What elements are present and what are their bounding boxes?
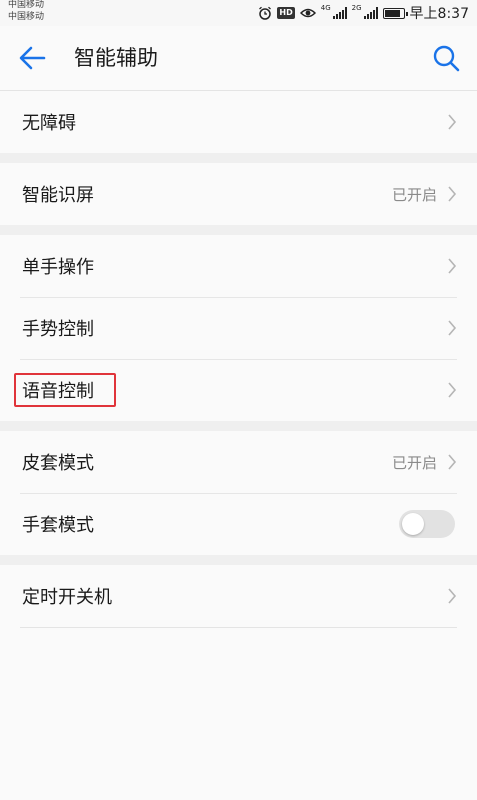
- page-title: 智能辅助: [74, 46, 158, 70]
- status-time: 早上8:37: [409, 6, 469, 22]
- chevron-right-icon: [448, 454, 457, 470]
- arrow-left-icon[interactable]: [16, 44, 48, 72]
- row-label: 单手操作: [22, 257, 94, 278]
- signal-icon: [332, 7, 347, 19]
- row-one-hand[interactable]: 单手操作: [0, 235, 477, 297]
- status-icons: HD 4G 2G 早上8:37: [258, 3, 469, 23]
- status-bar: 中国移动 中国移动 HD 4G 2G 早上8:37: [0, 0, 477, 26]
- carrier-label-2: 中国移动: [8, 12, 45, 22]
- row-status: 已开启: [391, 453, 437, 472]
- battery-icon: [382, 7, 408, 19]
- network-type-1: 4G: [320, 4, 331, 12]
- row-label: 定时开关机: [22, 587, 112, 608]
- row-label: 皮套模式: [22, 453, 94, 474]
- alarm-icon: [259, 6, 272, 20]
- row-label: 语音控制: [22, 381, 94, 402]
- row-smart-screen[interactable]: 智能识屏 已开启: [0, 163, 477, 225]
- row-cover-mode[interactable]: 皮套模式 已开启: [0, 431, 477, 493]
- group-modes: 皮套模式 已开启 手套模式: [0, 431, 477, 555]
- chevron-right-icon: [448, 320, 457, 336]
- group-smart-screen: 智能识屏 已开启: [0, 163, 477, 225]
- row-label: 手势控制: [22, 319, 94, 340]
- chevron-right-icon: [448, 258, 457, 274]
- carrier-label-1: 中国移动: [8, 0, 45, 10]
- group-schedule: 定时开关机: [0, 565, 477, 628]
- row-label: 手套模式: [22, 515, 94, 536]
- section-gap: [0, 153, 477, 163]
- row-divider: [20, 359, 457, 360]
- glove-mode-toggle[interactable]: [399, 510, 455, 538]
- row-glove-mode: 手套模式: [0, 493, 477, 555]
- group-accessibility: 无障碍: [0, 91, 477, 153]
- chevron-right-icon: [448, 114, 457, 130]
- row-label: 无障碍: [22, 113, 76, 134]
- section-gap: [0, 555, 477, 565]
- network-type-2: 2G: [351, 4, 362, 12]
- row-status: 已开启: [391, 185, 437, 204]
- settings-list: 无障碍 智能识屏 已开启 单手操作 手势控制 语音控制 皮套模式 已开启 手套模…: [0, 91, 477, 628]
- search-icon[interactable]: [431, 43, 461, 73]
- list-bottom-divider: [20, 627, 457, 628]
- signal-icon-2: [363, 7, 378, 19]
- chevron-right-icon: [448, 588, 457, 604]
- eye-icon: [299, 8, 316, 18]
- row-accessibility[interactable]: 无障碍: [0, 91, 477, 153]
- row-voice-control[interactable]: 语音控制: [0, 359, 477, 421]
- chevron-right-icon: [448, 382, 457, 398]
- section-gap: [0, 225, 477, 235]
- row-label: 智能识屏: [22, 185, 94, 206]
- row-divider: [20, 493, 457, 494]
- app-header: 智能辅助: [0, 26, 477, 91]
- chevron-right-icon: [448, 186, 457, 202]
- toggle-knob: [402, 513, 424, 535]
- hd-badge: HD: [277, 7, 295, 19]
- group-controls: 单手操作 手势控制 语音控制: [0, 235, 477, 421]
- row-divider: [20, 297, 457, 298]
- row-gesture-control[interactable]: 手势控制: [0, 297, 477, 359]
- row-scheduled-power[interactable]: 定时开关机: [0, 565, 477, 627]
- section-gap: [0, 421, 477, 431]
